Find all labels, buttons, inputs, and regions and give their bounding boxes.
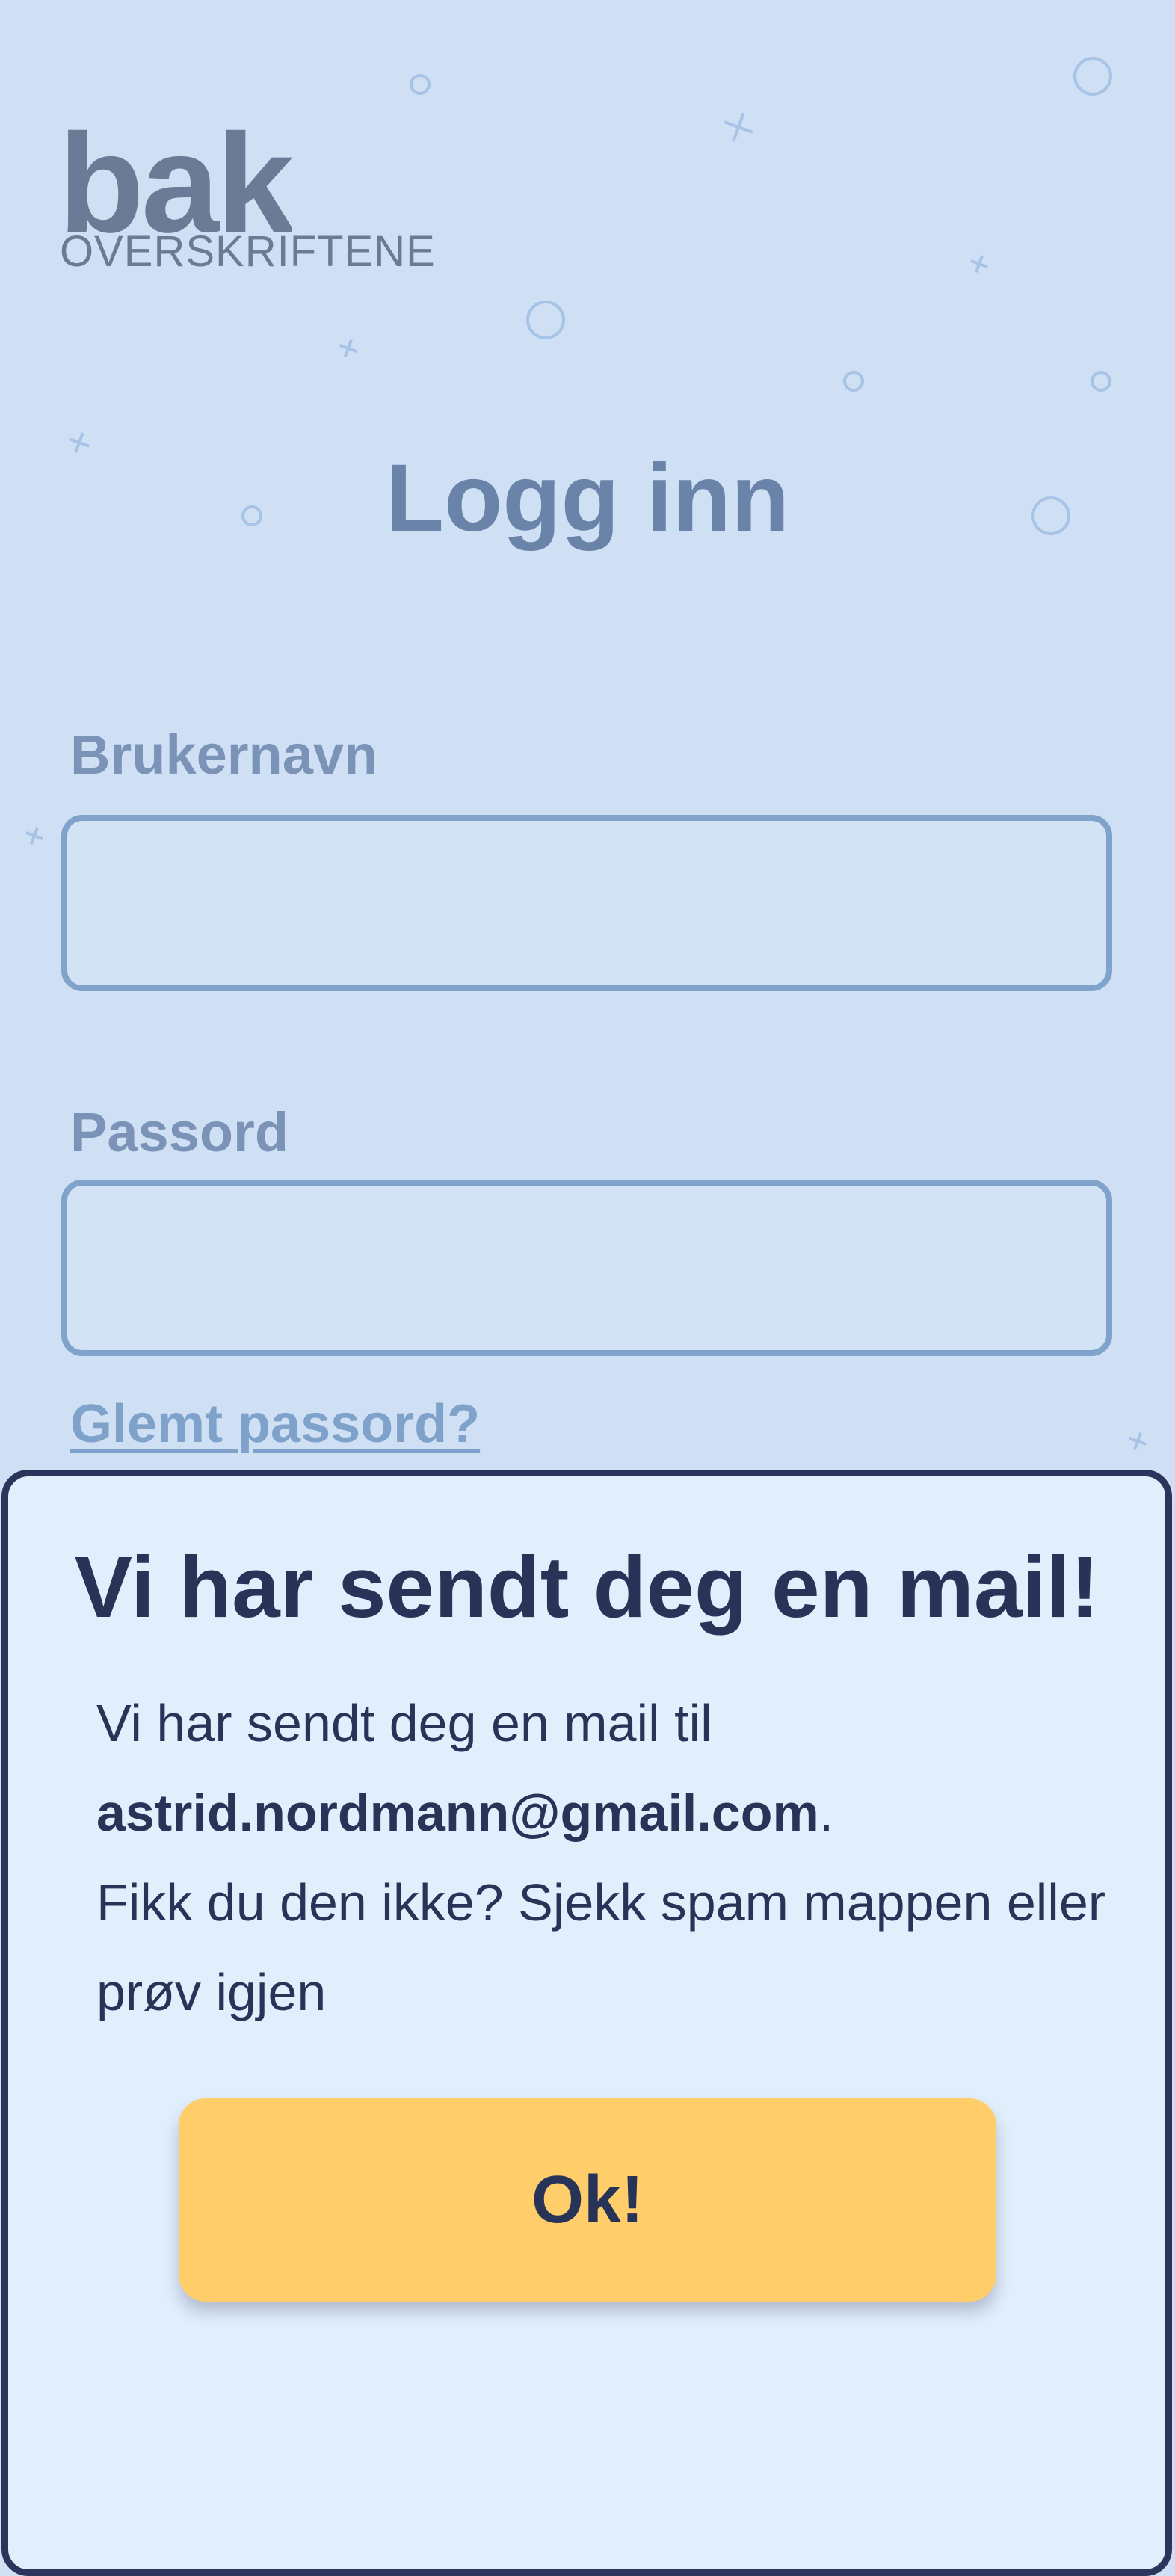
logo-subtitle: OVERSKRIFTENE [60,227,436,276]
ok-button[interactable]: Ok! [179,2098,996,2302]
forgot-password-link[interactable]: Glemt passord? [70,1390,480,1458]
cross-decoration [25,827,43,845]
dialog-email-address: astrid.nordmann@gmail.com [96,1784,819,1842]
circle-decoration [843,371,864,392]
password-input[interactable] [61,1180,1112,1356]
dialog-message-intro: Vi har sendt deg en mail til [96,1694,712,1752]
page-title: Logg inn [385,445,790,552]
cross-decoration [339,339,357,357]
cross-decoration [724,112,753,142]
dialog-email-suffix: . [818,1784,834,1842]
dialog-message-followup: Fikk du den ikke? Sjekk spam mappen elle… [96,1873,1106,2021]
dialog-message: Vi har sendt deg en mail til astrid.nord… [96,1678,1113,2037]
circle-decoration [526,301,565,339]
circle-decoration [410,74,431,95]
password-label: Passord [70,1101,289,1163]
dialog-title: Vi har sendt deg en mail! [74,1538,1100,1636]
cross-decoration [970,255,988,273]
circle-decoration [1091,371,1111,392]
logo: bak OVERSKRIFTENE [58,127,477,277]
circle-decoration [1073,57,1112,96]
username-input[interactable] [61,815,1112,991]
username-label: Brukernavn [70,724,378,786]
cross-decoration [1129,1432,1147,1450]
email-sent-dialog: Vi har sendt deg en mail! Vi har sendt d… [1,1470,1172,2576]
logo-wordmark: bak [58,127,292,233]
